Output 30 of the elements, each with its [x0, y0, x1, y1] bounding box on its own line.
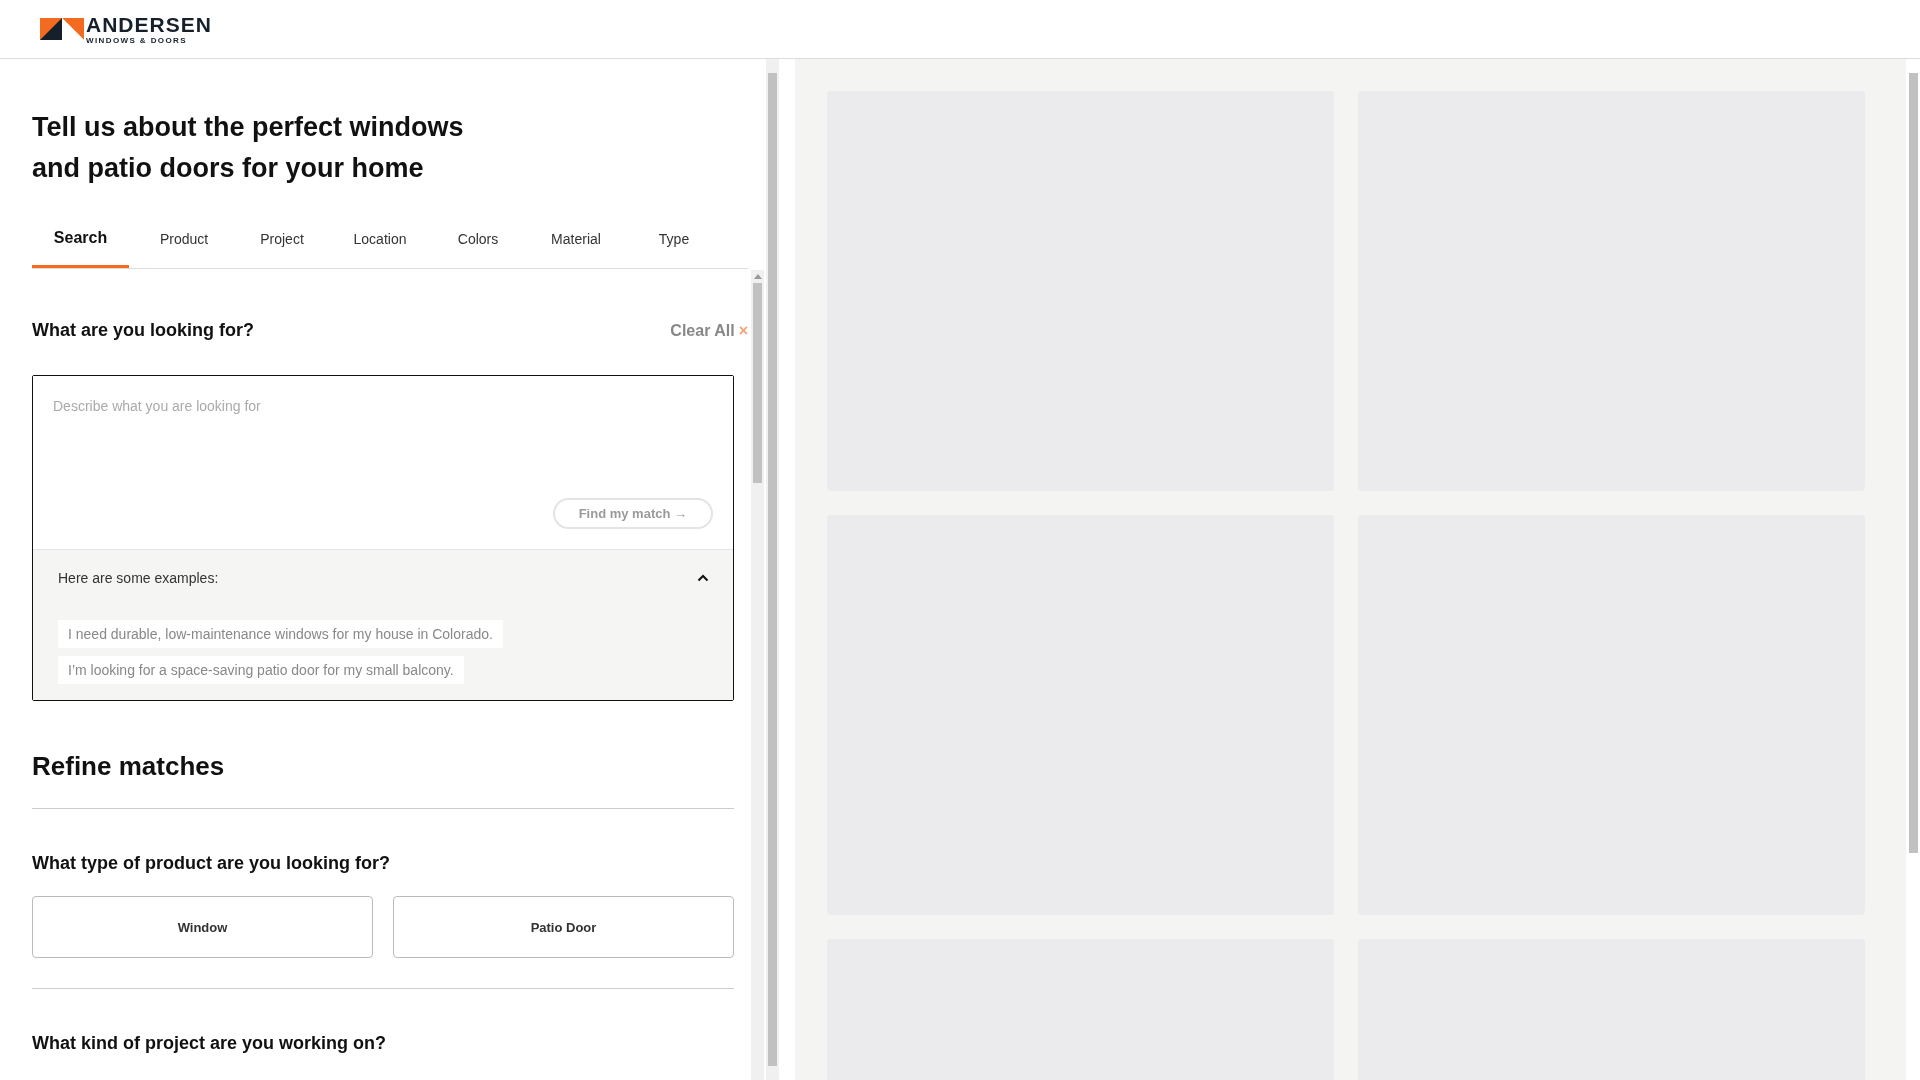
tab[interactable]: Search — [32, 217, 129, 268]
scrollbar-thumb[interactable] — [1908, 73, 1918, 853]
tab[interactable]: Colors — [445, 217, 511, 268]
option-button[interactable]: Window — [32, 896, 373, 958]
search-field[interactable] — [32, 375, 734, 701]
brand-tagline: WINDOWS & DOORS — [86, 36, 188, 45]
option-button[interactable]: Patio Door — [393, 896, 734, 958]
example-chip[interactable]: I need durable, low-maintenance windows for my house in Colorado. — [58, 620, 503, 648]
tab[interactable]: Location — [347, 217, 413, 268]
example-chip[interactable]: I’m looking for a space-saving patio door for my small balcony. — [58, 656, 464, 684]
tab[interactable]: Material — [543, 217, 609, 268]
question-heading: What kind of project are you working on? — [32, 1033, 387, 1054]
logo-icon — [40, 18, 84, 40]
section-heading: Refine matches — [32, 751, 226, 782]
scrollbar[interactable] — [766, 59, 779, 1080]
question-heading: What type of product are you looking for? — [32, 853, 391, 874]
chevron-icon[interactable] — [697, 574, 709, 582]
section-heading: What are you looking for? — [32, 320, 254, 341]
scrollbar[interactable] — [751, 270, 764, 1080]
tab[interactable]: Type — [641, 217, 707, 268]
tab[interactable]: Project — [249, 217, 315, 268]
scrollbar-thumb[interactable] — [753, 283, 762, 483]
tab[interactable]: Product — [151, 217, 217, 268]
page-title: Tell us about the perfect windows and patio doors for your home — [32, 111, 465, 185]
clear-all-button[interactable]: Clear All × — [670, 321, 748, 340]
brand-name: ANDERSEN — [86, 13, 212, 35]
scrollbar[interactable] — [1906, 59, 1920, 1080]
scrollbar-thumb[interactable] — [768, 73, 777, 1066]
scroll-up-icon[interactable] — [753, 274, 762, 279]
examples-heading: Here are some examples: — [58, 570, 219, 586]
